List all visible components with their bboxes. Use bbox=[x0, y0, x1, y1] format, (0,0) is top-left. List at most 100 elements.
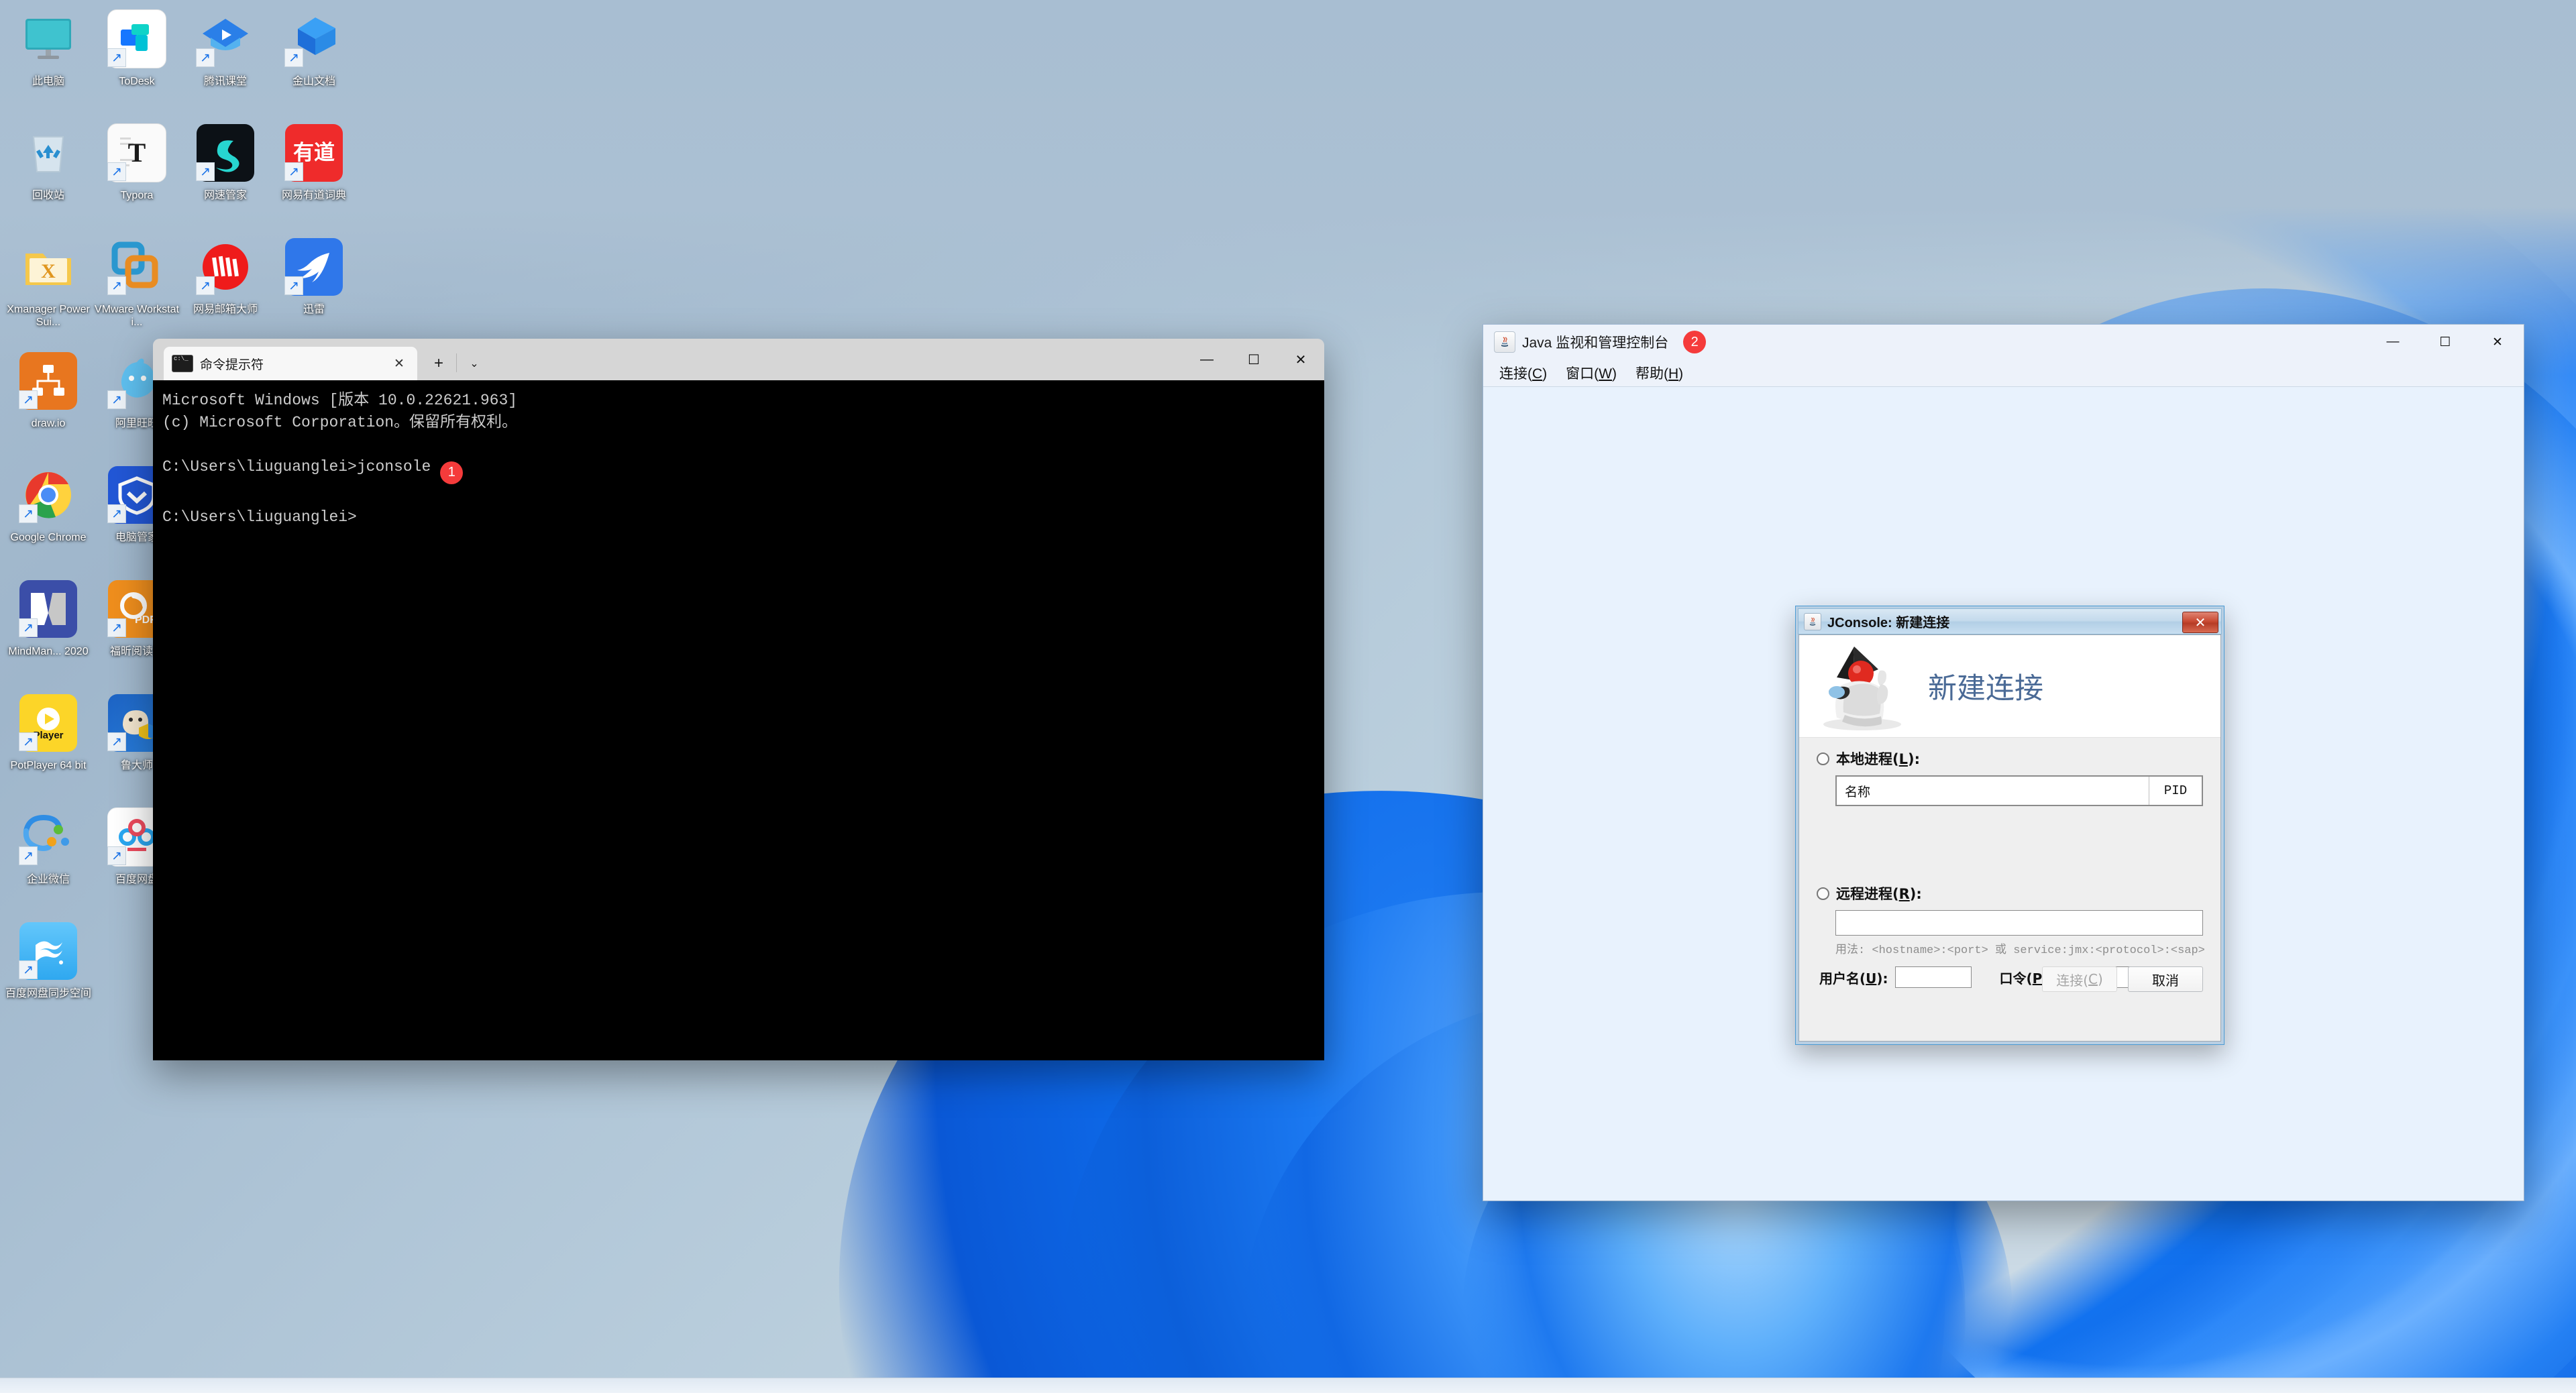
shortcut-arrow-icon: ↗ bbox=[196, 48, 215, 67]
desktop-icon-label: 金山文档 bbox=[292, 76, 335, 87]
desktop-icon-xmanager-folder[interactable]: X Xmanager Power Sui... bbox=[4, 233, 93, 329]
column-header-name: 名称 bbox=[1845, 784, 1871, 799]
desktop-icon-label: 迅雷 bbox=[303, 304, 325, 315]
desktop-icon-thunder[interactable]: ↗ 迅雷 bbox=[270, 233, 358, 316]
kingsoft-docs-icon: ↗ bbox=[280, 5, 347, 72]
youdao-dict-icon: 有道 ↗ bbox=[280, 119, 347, 186]
remote-process-label: 远程进程(R): bbox=[1836, 886, 1922, 902]
dialog-titlebar[interactable]: JConsole: 新建连接 ✕ bbox=[1798, 608, 2222, 634]
remote-process-radio[interactable] bbox=[1817, 887, 1829, 900]
desktop-icon-potplayer[interactable]: Player ↗ PotPlayer 64 bit bbox=[4, 689, 93, 772]
local-process-radio[interactable] bbox=[1817, 752, 1829, 765]
dialog-heading: 新建连接 bbox=[1928, 672, 2043, 706]
maximize-button[interactable]: ☐ bbox=[1230, 339, 1277, 380]
close-button[interactable]: ✕ bbox=[2471, 325, 2524, 359]
remote-usage-hint: 用法: <hostname>:<port> 或 service:jmx:<pro… bbox=[1835, 944, 2205, 957]
command-prompt-window[interactable]: 命令提示符 ✕ + ⌄ — ☐ ✕ Microsoft Windows [版本 … bbox=[153, 339, 1324, 1060]
desktop-icon-label: 网易邮箱大师 bbox=[193, 304, 258, 315]
desktop-icon-label: draw.io bbox=[31, 418, 66, 429]
new-tab-button[interactable]: + bbox=[425, 349, 452, 378]
svg-text:T: T bbox=[128, 137, 146, 168]
shortcut-arrow-icon: ↗ bbox=[107, 504, 126, 523]
terminal-line: C:\Users\liuguanglei>jconsole 1 bbox=[162, 456, 1324, 484]
username-field[interactable] bbox=[1894, 966, 1972, 988]
minimize-button[interactable]: — bbox=[1183, 339, 1230, 380]
desktop-icon-this-pc[interactable]: 此电脑 bbox=[4, 5, 93, 88]
duke-mascot-image bbox=[1814, 640, 1907, 732]
terminal-output[interactable]: Microsoft Windows [版本 10.0.22621.963] (c)… bbox=[153, 380, 1324, 1060]
close-button[interactable]: ✕ bbox=[1277, 339, 1324, 380]
dialog-form: 本地进程(L): 名称 PID 远程进程(R): 用法: <hostname>:… bbox=[1799, 738, 2220, 1042]
new-connection-dialog[interactable]: JConsole: 新建连接 ✕ 新建连接 本地进程(L): 名称 PID 远程… bbox=[1795, 606, 2224, 1045]
java-duke-icon bbox=[1804, 612, 1821, 630]
desktop-icon-recycle-bin[interactable]: 回收站 bbox=[4, 119, 93, 202]
terminal-line: Microsoft Windows [版本 10.0.22621.963] bbox=[162, 392, 518, 409]
shortcut-arrow-icon: ↗ bbox=[19, 732, 38, 751]
vmware-icon: ↗ bbox=[103, 233, 170, 300]
desktop-icon-netspeed-manager[interactable]: ↗ 网速管家 bbox=[181, 119, 270, 202]
remote-address-input[interactable] bbox=[1835, 910, 2203, 936]
desktop-icon-label: Xmanager Power Sui... bbox=[7, 304, 90, 328]
desktop-icon-mindmanager[interactable]: ↗ MindMan... 2020 bbox=[4, 575, 93, 658]
desktop-icon-label: 网易有道词典 bbox=[281, 190, 346, 201]
desktop-icon-label: 回收站 bbox=[32, 190, 64, 201]
menu-connection[interactable]: 连接(C) bbox=[1490, 363, 1556, 383]
jconsole-menubar: 连接(C) 窗口(W) 帮助(H) bbox=[1483, 359, 2524, 387]
shortcut-arrow-icon: ↗ bbox=[19, 846, 38, 865]
desktop-icon-youdao-dict[interactable]: 有道 ↗ 网易有道词典 bbox=[270, 119, 358, 202]
desktop-icon-label: ToDesk bbox=[119, 76, 155, 87]
desktop-icon-tencent-classroom[interactable]: ↗ 腾讯课堂 bbox=[181, 5, 270, 88]
remote-process-radio-row[interactable]: 远程进程(R): bbox=[1817, 883, 2203, 903]
shortcut-arrow-icon: ↗ bbox=[107, 618, 126, 637]
desktop-icon-netease-mail[interactable]: ↗ 网易邮箱大师 bbox=[181, 233, 270, 316]
cmd-titlebar[interactable]: 命令提示符 ✕ + ⌄ — ☐ ✕ bbox=[153, 339, 1324, 380]
svg-text:Player: Player bbox=[33, 730, 63, 741]
local-process-table[interactable]: 名称 PID bbox=[1835, 775, 2203, 806]
desktop-icon-todesk[interactable]: ↗ ToDesk bbox=[93, 5, 181, 88]
cmd-tab[interactable]: 命令提示符 ✕ bbox=[164, 347, 417, 380]
desktop-icon-label: MindMan... 2020 bbox=[8, 646, 89, 657]
shortcut-arrow-icon: ↗ bbox=[284, 48, 303, 67]
thunder-icon: ↗ bbox=[280, 233, 347, 300]
jconsole-title: Java 监视和管理控制台 bbox=[1522, 335, 1669, 351]
close-tab-icon[interactable]: ✕ bbox=[389, 353, 409, 374]
desktop-icon-drawio[interactable]: ↗ draw.io bbox=[4, 347, 93, 430]
local-process-label: 本地进程(L): bbox=[1836, 751, 1920, 767]
jconsole-window-controls: — ☐ ✕ bbox=[2367, 325, 2524, 359]
desktop-icon-typora[interactable]: T ↗ Typora bbox=[93, 119, 181, 202]
desktop-icon-baidu-netdisk-sync[interactable]: ↗ 百度网盘同步空间 bbox=[4, 917, 93, 1000]
jconsole-titlebar[interactable]: Java 监视和管理控制台 2 — ☐ ✕ bbox=[1483, 325, 2524, 359]
chevron-down-icon[interactable]: ⌄ bbox=[461, 349, 488, 378]
desktop-icon-vmware[interactable]: ↗ VMware Workstati... bbox=[93, 233, 181, 329]
shortcut-arrow-icon: ↗ bbox=[107, 276, 126, 295]
annotation-badge-2: 2 bbox=[1683, 331, 1707, 353]
minimize-button[interactable]: — bbox=[2367, 325, 2419, 359]
shortcut-arrow-icon: ↗ bbox=[107, 846, 126, 865]
desktop-icon-label: 百度网盘同步空间 bbox=[5, 988, 91, 999]
maximize-button[interactable]: ☐ bbox=[2419, 325, 2471, 359]
shortcut-arrow-icon: ↗ bbox=[19, 618, 38, 637]
desktop-icon-label: 网速管家 bbox=[203, 190, 247, 201]
menu-help[interactable]: 帮助(H) bbox=[1626, 363, 1693, 383]
terminal-icon bbox=[172, 355, 193, 372]
menu-window[interactable]: 窗口(W) bbox=[1556, 363, 1626, 383]
this-pc-icon bbox=[15, 5, 82, 72]
shortcut-arrow-icon: ↗ bbox=[107, 390, 126, 409]
local-process-radio-row[interactable]: 本地进程(L): bbox=[1817, 748, 2203, 769]
close-icon[interactable]: ✕ bbox=[2182, 612, 2218, 633]
taskbar[interactable] bbox=[0, 1378, 2576, 1393]
connect-button: 连接(C) bbox=[2042, 966, 2117, 992]
cancel-button[interactable]: 取消 bbox=[2128, 966, 2203, 992]
desktop-icon-label: 企业微信 bbox=[26, 874, 70, 885]
drawio-icon: ↗ bbox=[15, 347, 82, 414]
shortcut-arrow-icon: ↗ bbox=[196, 162, 215, 181]
desktop-icon-wecom[interactable]: ↗ 企业微信 bbox=[4, 803, 93, 886]
chrome-icon: ↗ bbox=[15, 461, 82, 528]
desktop-icon-label: 此电脑 bbox=[32, 76, 64, 87]
shortcut-arrow-icon: ↗ bbox=[19, 390, 38, 409]
terminal-line: C:\Users\liuguanglei> bbox=[162, 508, 357, 526]
desktop-icon-chrome[interactable]: ↗ Google Chrome bbox=[4, 461, 93, 544]
desktop-icon-kingsoft-docs[interactable]: ↗ 金山文档 bbox=[270, 5, 358, 88]
